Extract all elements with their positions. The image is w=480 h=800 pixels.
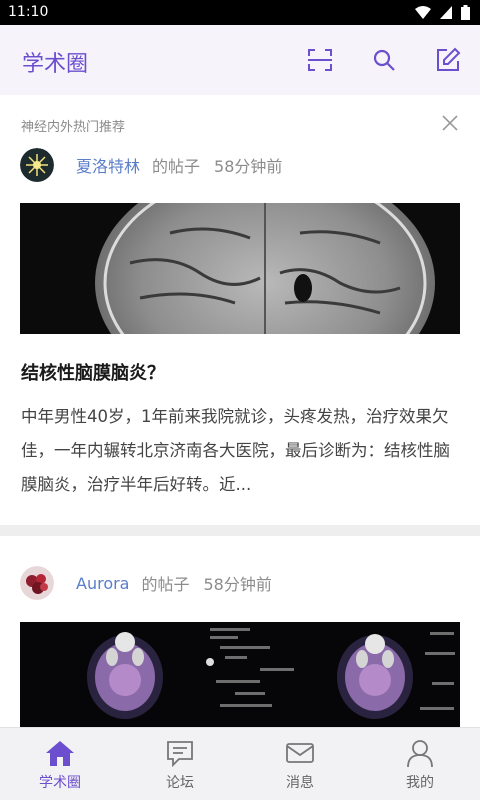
avatar[interactable] — [20, 148, 54, 182]
signal-icon — [440, 6, 452, 19]
search-icon — [373, 49, 395, 71]
nav-item-academic[interactable]: 学术圈 — [0, 728, 120, 800]
search-button[interactable] — [369, 45, 399, 75]
author-name[interactable]: Aurora — [76, 574, 129, 593]
scan-icon — [308, 49, 332, 71]
nav-item-mine[interactable]: 我的 — [360, 728, 480, 800]
post-header: Aurora 的帖子 58分钟前 — [20, 565, 272, 601]
nav-label: 我的 — [406, 775, 434, 791]
post-image[interactable] — [20, 203, 460, 334]
post-time: 58分钟前 — [214, 157, 283, 176]
avatar[interactable] — [20, 566, 54, 600]
status-bar: 11:10 — [0, 0, 480, 25]
bottom-nav: 学术圈 论坛 消息 我的 — [0, 727, 480, 800]
page-title: 学术圈 — [22, 52, 89, 77]
post-image[interactable] — [20, 622, 460, 727]
home-icon — [46, 741, 74, 766]
edit-icon — [437, 47, 461, 71]
mail-icon — [286, 743, 314, 763]
post-time: 58分钟前 — [203, 575, 272, 594]
status-icons — [415, 5, 470, 20]
post-title[interactable]: 结核性脑膜脑炎？ — [21, 359, 165, 385]
battery-icon — [461, 5, 470, 20]
nav-label: 消息 — [286, 775, 314, 791]
forum-icon — [167, 741, 193, 767]
post-header: 夏洛特林 的帖子 58分钟前 — [20, 147, 282, 183]
close-icon[interactable] — [440, 113, 460, 133]
post-excerpt[interactable]: 中年男性40岁，1年前来我院就诊，头疼发热，治疗效果欠佳，一年内辗转北京济南各大… — [21, 400, 461, 502]
recommend-label: 神经内外热门推荐 — [21, 120, 126, 135]
nav-item-forum[interactable]: 论坛 — [120, 728, 240, 800]
card-divider — [0, 525, 480, 536]
user-icon — [407, 740, 433, 768]
post-card[interactable]: Aurora 的帖子 58分钟前 — [0, 536, 480, 727]
feed[interactable]: 神经内外热门推荐 夏洛特林 的帖子 58分钟前 结核性脑膜脑炎？ 中年男性40岁… — [0, 95, 480, 727]
compose-button[interactable] — [433, 45, 463, 75]
author-name[interactable]: 夏洛特林 — [76, 153, 140, 177]
nav-label: 论坛 — [166, 775, 194, 791]
post-suffix: 的帖子 — [141, 575, 190, 594]
post-suffix: 的帖子 — [152, 157, 201, 176]
app-header: 学术圈 — [0, 25, 480, 95]
post-card[interactable]: 神经内外热门推荐 夏洛特林 的帖子 58分钟前 结核性脑膜脑炎？ 中年男性40岁… — [0, 95, 480, 525]
wifi-icon — [415, 5, 431, 19]
status-time: 11:10 — [8, 4, 49, 20]
nav-label: 学术圈 — [39, 775, 81, 791]
scan-button[interactable] — [305, 45, 335, 75]
nav-item-messages[interactable]: 消息 — [240, 728, 360, 800]
